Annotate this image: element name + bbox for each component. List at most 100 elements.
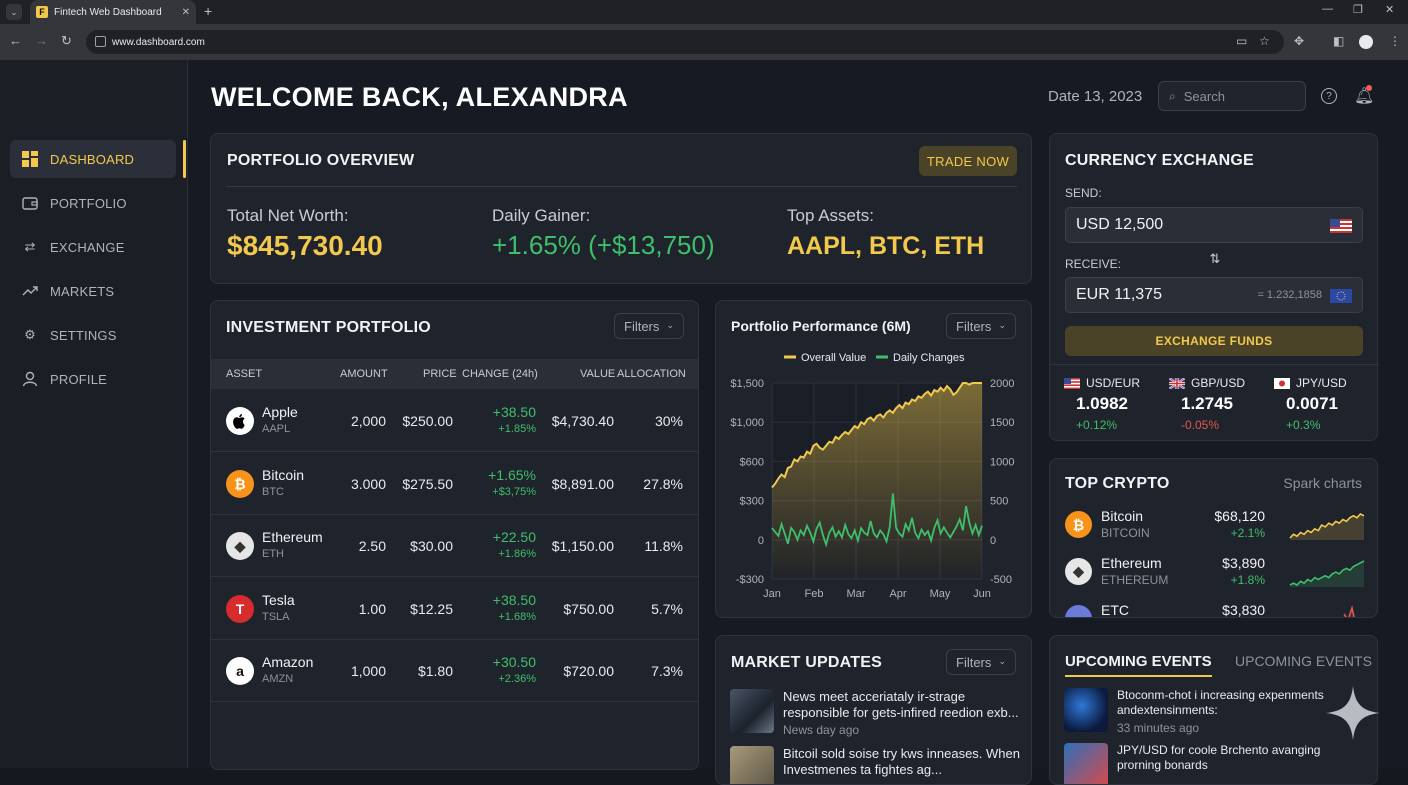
fx-pair-change: -0.05% [1181,418,1220,432]
table-row[interactable]: ₿ Bitcoin BTC 3.000 $275.50 +1.65% +$3,75% $8,8… [211,453,698,515]
event-item[interactable]: JPY/USD for coole Brchento avanging pror… [1064,743,1354,784]
top-assets-label: Top Assets: [787,206,874,225]
col-allocation[interactable]: ALLOCATION [617,368,686,380]
tesla-logo-icon: T [226,594,254,623]
fx-pair[interactable]: GBP/USD 1.2745 -0.05% [1169,376,1269,432]
col-asset[interactable]: ASSET [226,368,262,380]
asset-change: +22.50 [492,529,536,545]
x-tick: May [930,588,951,600]
sidebar-item-markets[interactable]: MARKETS [10,272,176,310]
top-assets-value: AAPL, BTC, ETH [787,232,985,260]
asset-amount: 2.50 [358,538,386,554]
sidebar-item-label: PORTFOLIO [50,195,127,211]
sidebar-item-portfolio[interactable]: PORTFOLIO [10,184,176,222]
forward-icon[interactable]: → [35,33,48,48]
y-right-tick: 0 [990,535,996,547]
asset-change-pct: +1.68% [498,610,536,623]
market-updates-title: MARKET UPDATES [731,654,882,671]
sidebar-item-settings[interactable]: ⚙ SETTINGS [10,316,176,354]
asset-change: +1.65% [488,466,536,483]
receive-amount-input[interactable]: EUR 11,375 = 1.232,1858 [1065,277,1363,313]
table-row[interactable]: ◆ Ethereum ETH 2.50 $30.00 +22.50 +1.86% $1,150… [211,515,698,577]
crypto-item[interactable]: ◆ Ethereum ETHEREUM $3,890 +1.8% [1065,553,1365,593]
y-left-tick: $600 [740,456,764,468]
tab-search-icon[interactable]: ⌄ [6,4,22,20]
site-info-icon[interactable] [95,36,106,47]
search-icon: ⌕ [1169,88,1176,103]
reload-icon[interactable]: ↻ [61,33,72,49]
y-left-tick: -$300 [736,574,764,586]
crypto-ticker: BITCOIN [1101,526,1150,540]
cast-icon[interactable]: ▭ [1236,34,1247,48]
asset-price: $12.25 [410,600,453,617]
col-price[interactable]: PRICE [423,368,457,380]
table-row[interactable]: T Tesla TSLA 1.00 $12.25 +38.50 +1.68% $750.00 5… [211,578,698,640]
filters-button[interactable]: Filters ⌄ [946,649,1016,675]
tab-upcoming-events-active[interactable]: UPCOMING EVENTS [1065,653,1212,677]
event-item[interactable]: Btoconm-chot i increasing expenments and… [1064,688,1354,738]
table-row[interactable]: a Amazon AMZN 1,000 $1.80 +30.50 +2.36% $720.00… [211,640,698,702]
crypto-item[interactable]: ETC $3,830 [1065,600,1365,617]
search-input[interactable]: ⌕ Search [1158,81,1306,111]
new-tab-icon[interactable]: + [204,3,212,19]
table-header: ASSET AMOUNT PRICE CHANGE (24h) VALUE AL… [211,359,698,389]
col-value[interactable]: VALUE [580,368,615,380]
x-tick: Feb [805,588,824,600]
table-row[interactable]: Apple AAPL 2,000 $250.00 +38.50 +1.85% $4,730.… [211,390,698,452]
close-tab-icon[interactable]: ✕ [182,7,190,18]
chart-legend: Overall Value Daily Changes [784,352,965,364]
fx-pair-label: GBP/USD [1169,376,1269,390]
crypto-price: $3,890 [1222,555,1265,571]
maximize-icon[interactable]: ❐ [1353,3,1363,16]
sidebar-item-dashboard[interactable]: DASHBOARD [10,140,176,178]
asset-change-pct: +2.36% [498,673,536,685]
browser-tab[interactable]: F Fintech Web Dashboard ✕ [30,0,196,24]
crypto-item[interactable]: ₿ Bitcoin BITCOIN $68,120 +2.1% [1065,506,1365,546]
side-panel-icon[interactable]: ◧ [1333,34,1344,48]
event-thumbnail [1064,688,1108,732]
menu-kebab-icon[interactable]: ⋮ [1389,34,1401,48]
profile-avatar-icon[interactable] [1359,35,1373,49]
asset-amount: 3.000 [350,475,386,492]
fx-pair[interactable]: USD/EUR 1.0982 +0.12% [1064,376,1164,432]
asset-ticker: BTC [262,485,284,498]
swap-icon[interactable]: ⇅ [1205,251,1225,271]
y-right-tick: 1000 [990,456,1014,468]
asset-ticker: AMZN [262,673,294,685]
address-bar[interactable]: www.dashboard.com [86,30,1284,54]
fx-pair[interactable]: JPY/USD 0.0071 +0.3% [1274,376,1374,432]
fx-pair-name: JPY/USD [1296,376,1347,390]
sidebar-item-exchange[interactable]: ⇄ EXCHANGE [10,228,176,266]
help-icon[interactable]: ? [1321,88,1337,104]
tab-upcoming-events[interactable]: UPCOMING EVENTS [1235,653,1372,669]
col-change[interactable]: CHANGE (24h) [462,368,538,380]
current-date: Date 13, 2023 [1048,88,1143,105]
send-amount-input[interactable]: USD 12,500 [1065,207,1363,243]
asset-allocation: 5.7% [651,600,683,617]
event-title: JPY/USD for coole Brchento avanging pror… [1117,743,1321,772]
fx-pair-value: 1.2745 [1181,394,1233,413]
filters-button[interactable]: Filters ⌄ [614,313,684,339]
trade-now-button[interactable]: TRADE NOW [919,146,1017,176]
minimize-icon[interactable]: — [1322,3,1333,15]
close-window-icon[interactable]: ✕ [1385,3,1394,16]
crypto-ticker: ETHEREUM [1101,573,1169,587]
tab-strip: ⌄ F Fintech Web Dashboard ✕ + — ❐ ✕ [0,0,1408,24]
news-item[interactable]: Bitcoil sold soise try kws inneases. Whe… [730,746,1020,784]
japan-flag-icon [1274,377,1290,389]
col-amount[interactable]: AMOUNT [340,368,388,380]
asset-value: $4,730.40 [551,413,614,429]
notification-bell-icon[interactable]: 🔔︎ [1354,85,1374,106]
send-value: USD 12,500 [1076,216,1164,233]
divider [227,186,1017,187]
asset-allocation: 27.8% [643,475,683,492]
sidebar-item-profile[interactable]: PROFILE [10,360,176,398]
exchange-funds-button[interactable]: EXCHANGE FUNDS [1065,326,1363,356]
back-icon[interactable]: ← [9,33,22,48]
search-placeholder: Search [1183,88,1225,104]
news-item[interactable]: News meet acceriataly ir-strage responsi… [730,689,1020,739]
bookmark-star-icon[interactable]: ☆ [1259,34,1270,48]
browser-chrome: ⌄ F Fintech Web Dashboard ✕ + — ❐ ✕ ← → … [0,0,1408,60]
y-left-tick: $300 [740,496,764,508]
extensions-icon[interactable]: ✥ [1294,34,1304,48]
